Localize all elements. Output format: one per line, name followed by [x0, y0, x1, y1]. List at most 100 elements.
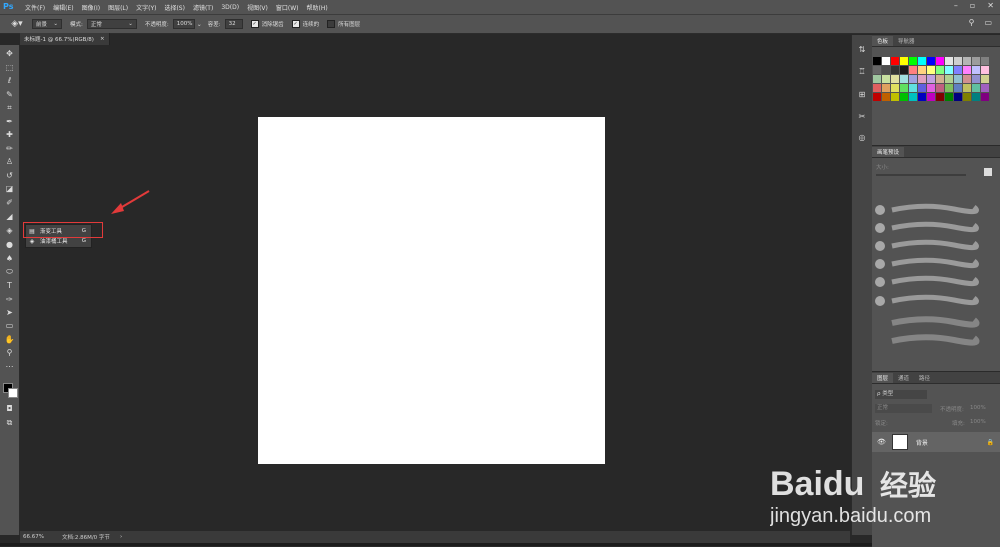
paint-bucket-icon[interactable]: ◈▾ — [6, 18, 28, 30]
more-tools-icon[interactable]: ⋯ — [4, 361, 15, 372]
color-swatch[interactable] — [909, 84, 917, 92]
history-panel-icon[interactable]: ⇅ — [857, 45, 867, 55]
color-swatch[interactable] — [918, 66, 926, 74]
blur-tool-icon[interactable]: ● — [4, 239, 15, 250]
dodge-tool-icon[interactable]: ♠ — [4, 253, 15, 264]
color-swatch[interactable] — [954, 57, 962, 65]
color-swatch[interactable] — [936, 57, 944, 65]
color-swatch[interactable] — [963, 57, 971, 65]
color-swatch[interactable] — [873, 57, 881, 65]
color-swatch[interactable] — [963, 75, 971, 83]
all-layers-checkbox[interactable] — [327, 20, 336, 28]
chevron-right-icon[interactable]: › — [120, 534, 122, 540]
pen-tool-icon[interactable]: ⬭ — [4, 266, 15, 277]
color-swatch[interactable] — [945, 66, 953, 74]
quick-select-tool-icon[interactable]: ✎ — [4, 89, 15, 100]
direct-select-tool-icon[interactable]: ➤ — [4, 307, 15, 318]
tab-channels[interactable]: 通道 — [893, 373, 914, 383]
color-swatch[interactable] — [927, 75, 935, 83]
tab-paths[interactable]: 路径 — [914, 373, 935, 383]
color-swatch[interactable] — [891, 84, 899, 92]
color-swatch[interactable] — [972, 93, 980, 101]
color-swatch[interactable] — [981, 93, 989, 101]
color-swatch[interactable] — [963, 93, 971, 101]
color-swatch[interactable] — [927, 84, 935, 92]
color-swatch[interactable] — [936, 66, 944, 74]
tab-swatches[interactable]: 色板 — [872, 36, 894, 46]
search-icon[interactable]: ⚲ — [969, 18, 975, 27]
actions-panel-icon[interactable]: ♖ — [857, 67, 867, 77]
color-swatch[interactable] — [945, 57, 953, 65]
minimize-icon[interactable]: – — [954, 1, 958, 10]
zoom-tool-icon[interactable]: ⚲ — [4, 347, 15, 358]
color-swatch[interactable] — [981, 84, 989, 92]
color-swatch[interactable] — [972, 57, 980, 65]
paint-bucket-tool-icon[interactable]: ◈ — [4, 225, 15, 236]
color-swatch[interactable] — [891, 66, 899, 74]
color-swatch[interactable] — [900, 57, 908, 65]
lasso-tool-icon[interactable]: ℓ — [4, 75, 15, 86]
menu-image[interactable]: 图像(I) — [82, 3, 100, 12]
fill-value[interactable]: 100% — [970, 419, 986, 425]
color-swatch[interactable] — [945, 75, 953, 83]
color-swatch[interactable] — [909, 93, 917, 101]
color-swatch[interactable] — [936, 84, 944, 92]
color-swatch[interactable] — [936, 93, 944, 101]
color-swatch[interactable] — [900, 75, 908, 83]
menu-edit[interactable]: 编辑(E) — [53, 3, 73, 12]
close-icon[interactable]: ✕ — [987, 1, 994, 10]
document-tab[interactable]: 未标题-1 @ 66.7%(RGB/8) × — [20, 33, 110, 45]
history-brush-tool-icon[interactable]: ↺ — [4, 170, 15, 181]
adjustments-panel-icon[interactable]: ⊞ — [857, 90, 867, 100]
color-swatch[interactable] — [963, 84, 971, 92]
layer-blend-mode[interactable]: 正常 — [875, 404, 932, 413]
history-brush-alt-icon[interactable]: ✐ — [4, 197, 15, 208]
color-swatch[interactable] — [882, 84, 890, 92]
color-swatch[interactable] — [873, 66, 881, 74]
color-swatch[interactable] — [918, 93, 926, 101]
eraser-alt-icon[interactable]: ◢ — [4, 211, 15, 222]
menu-file[interactable]: 文件(F) — [25, 3, 45, 12]
menu-layer[interactable]: 图层(L) — [108, 3, 128, 12]
color-swatch[interactable] — [900, 93, 908, 101]
menu-view[interactable]: 视图(V) — [247, 3, 268, 12]
background-color-swatch[interactable] — [8, 388, 18, 398]
color-swatch[interactable] — [972, 84, 980, 92]
hand-tool-icon[interactable]: ✋ — [4, 334, 15, 345]
marquee-tool-icon[interactable]: ⬚ — [4, 62, 15, 73]
color-swatch[interactable] — [972, 66, 980, 74]
opacity-input[interactable]: 100% — [172, 19, 195, 29]
color-swatch[interactable] — [918, 57, 926, 65]
properties-panel-icon[interactable]: ◎ — [857, 133, 867, 143]
tab-navigator[interactable]: 导航器 — [893, 36, 920, 46]
color-swatch[interactable] — [945, 93, 953, 101]
maximize-icon[interactable]: ▫ — [970, 1, 975, 10]
quick-mask-icon[interactable]: ◘ — [4, 403, 15, 414]
color-swatch[interactable] — [909, 75, 917, 83]
menu-3d[interactable]: 3D(D) — [221, 4, 239, 11]
path-select-tool-icon[interactable]: ✑ — [4, 294, 15, 305]
color-swatch[interactable] — [891, 93, 899, 101]
color-swatch[interactable] — [972, 75, 980, 83]
color-swatch[interactable] — [882, 75, 890, 83]
color-swatch[interactable] — [873, 84, 881, 92]
color-swatch[interactable] — [981, 57, 989, 65]
color-swatch[interactable] — [981, 75, 989, 83]
menu-filter[interactable]: 滤镜(T) — [193, 3, 213, 12]
color-swatch[interactable] — [936, 75, 944, 83]
color-swatch[interactable] — [909, 66, 917, 74]
color-swatch[interactable] — [882, 57, 890, 65]
menu-help[interactable]: 帮助(H) — [307, 3, 328, 12]
color-swatch[interactable] — [900, 66, 908, 74]
color-swatch[interactable] — [900, 84, 908, 92]
color-swatch[interactable] — [882, 66, 890, 74]
tab-brush-presets[interactable]: 画笔预设 — [872, 147, 905, 157]
zoom-level[interactable]: 66.67% — [23, 534, 44, 540]
brush-size-slider[interactable] — [876, 174, 966, 176]
color-swatch[interactable] — [927, 57, 935, 65]
layer-kind-filter[interactable]: ρ 类型 — [875, 390, 927, 399]
crop-tool-icon[interactable]: ⌗ — [4, 102, 15, 113]
layer-row-background[interactable]: 👁 背景 🔒 — [872, 432, 1000, 452]
color-swatch[interactable] — [873, 93, 881, 101]
tolerance-input[interactable]: 32 — [224, 19, 243, 29]
